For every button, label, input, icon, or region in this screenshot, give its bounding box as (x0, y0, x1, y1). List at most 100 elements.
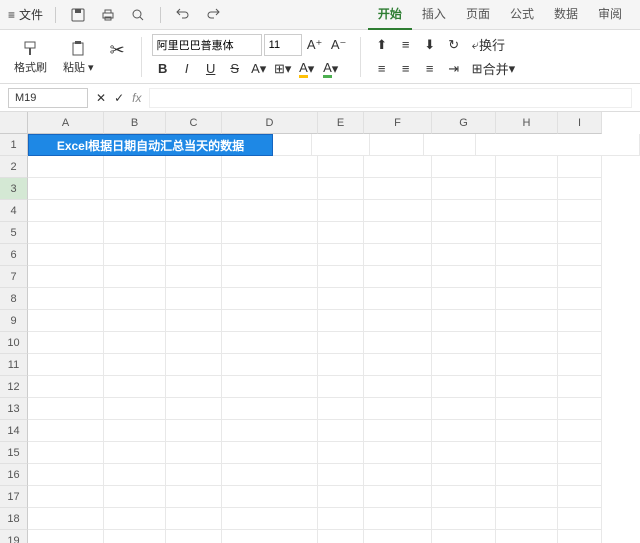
fill-color-button[interactable]: A▾ (296, 58, 318, 80)
cell[interactable] (166, 442, 222, 464)
cell[interactable] (222, 354, 318, 376)
cell[interactable] (104, 310, 166, 332)
cell[interactable] (28, 200, 104, 222)
preview-icon[interactable] (128, 5, 148, 25)
cell[interactable] (222, 332, 318, 354)
row-header[interactable]: 6 (0, 244, 28, 266)
column-header[interactable]: D (222, 112, 318, 134)
cell[interactable] (318, 508, 364, 530)
confirm-icon[interactable]: ✓ (114, 91, 124, 105)
cell[interactable] (318, 486, 364, 508)
cell[interactable] (496, 464, 558, 486)
column-header[interactable]: G (432, 112, 496, 134)
cell[interactable] (28, 222, 104, 244)
cell[interactable] (222, 376, 318, 398)
cell[interactable] (370, 134, 424, 156)
cell[interactable] (28, 376, 104, 398)
cell[interactable] (364, 376, 432, 398)
cell[interactable] (496, 332, 558, 354)
cell[interactable] (364, 244, 432, 266)
row-header[interactable]: 4 (0, 200, 28, 222)
cell[interactable] (28, 156, 104, 178)
cell[interactable] (364, 156, 432, 178)
indent-icon[interactable]: ⇥ (443, 58, 465, 80)
cell[interactable] (318, 442, 364, 464)
cell[interactable] (222, 310, 318, 332)
column-header[interactable]: B (104, 112, 166, 134)
cell[interactable] (318, 222, 364, 244)
cell[interactable] (318, 310, 364, 332)
decrease-font-icon[interactable]: A⁻ (328, 34, 350, 56)
cell[interactable] (28, 464, 104, 486)
cell[interactable] (222, 156, 318, 178)
cell[interactable] (28, 244, 104, 266)
cell[interactable] (364, 266, 432, 288)
redo-icon[interactable] (203, 5, 223, 25)
align-right-icon[interactable]: ≡ (419, 58, 441, 80)
cell[interactable] (104, 508, 166, 530)
cell[interactable] (222, 222, 318, 244)
cell[interactable] (364, 310, 432, 332)
cell[interactable] (558, 310, 602, 332)
cell[interactable] (364, 200, 432, 222)
cell[interactable] (222, 244, 318, 266)
cell[interactable] (318, 244, 364, 266)
cell[interactable] (558, 288, 602, 310)
cell[interactable]: Excel根据日期自动汇总当天的数据 (28, 134, 273, 156)
cell-grid[interactable]: Excel根据日期自动汇总当天的数据 (28, 134, 640, 543)
font-name-select[interactable] (152, 34, 262, 56)
cell[interactable] (28, 354, 104, 376)
cell[interactable] (104, 200, 166, 222)
cell[interactable] (222, 464, 318, 486)
undo-icon[interactable] (173, 5, 193, 25)
cell[interactable] (166, 464, 222, 486)
cell[interactable] (432, 200, 496, 222)
row-header[interactable]: 2 (0, 156, 28, 178)
cell[interactable] (104, 398, 166, 420)
select-all-corner[interactable] (0, 112, 28, 134)
column-header[interactable]: E (318, 112, 364, 134)
cell[interactable] (104, 332, 166, 354)
cell[interactable] (558, 354, 602, 376)
cell[interactable] (432, 310, 496, 332)
row-header[interactable]: 19 (0, 530, 28, 543)
cell[interactable] (104, 244, 166, 266)
font-color-button[interactable]: A▾ (248, 58, 270, 80)
row-header[interactable]: 8 (0, 288, 28, 310)
cell[interactable] (318, 200, 364, 222)
column-header[interactable]: H (496, 112, 558, 134)
row-header[interactable]: 15 (0, 442, 28, 464)
cell[interactable] (166, 222, 222, 244)
cell[interactable] (496, 442, 558, 464)
align-center-icon[interactable]: ≡ (395, 58, 417, 80)
column-header[interactable]: A (28, 112, 104, 134)
cell[interactable] (166, 244, 222, 266)
cell[interactable] (318, 156, 364, 178)
cell[interactable] (496, 420, 558, 442)
cell[interactable] (166, 530, 222, 543)
paste-button[interactable]: 粘贴 ▾ (57, 37, 100, 77)
cell[interactable] (558, 244, 602, 266)
border-button[interactable]: ⊞▾ (272, 58, 294, 80)
name-box[interactable]: M19 (8, 88, 88, 108)
cell[interactable] (28, 420, 104, 442)
cell[interactable] (364, 508, 432, 530)
bold-button[interactable]: B (152, 58, 174, 80)
orientation-icon[interactable]: ↻ (443, 34, 465, 56)
cell[interactable] (364, 486, 432, 508)
cell[interactable] (364, 222, 432, 244)
cell[interactable] (496, 508, 558, 530)
cell[interactable] (222, 508, 318, 530)
cell[interactable] (318, 266, 364, 288)
cell[interactable] (166, 376, 222, 398)
tab-formula[interactable]: 公式 (500, 0, 544, 30)
row-header[interactable]: 5 (0, 222, 28, 244)
cell[interactable] (28, 398, 104, 420)
cell[interactable] (166, 288, 222, 310)
cell[interactable] (28, 266, 104, 288)
cell[interactable] (364, 354, 432, 376)
cell[interactable] (28, 288, 104, 310)
save-icon[interactable] (68, 5, 88, 25)
cell[interactable] (222, 288, 318, 310)
cell[interactable] (558, 398, 602, 420)
